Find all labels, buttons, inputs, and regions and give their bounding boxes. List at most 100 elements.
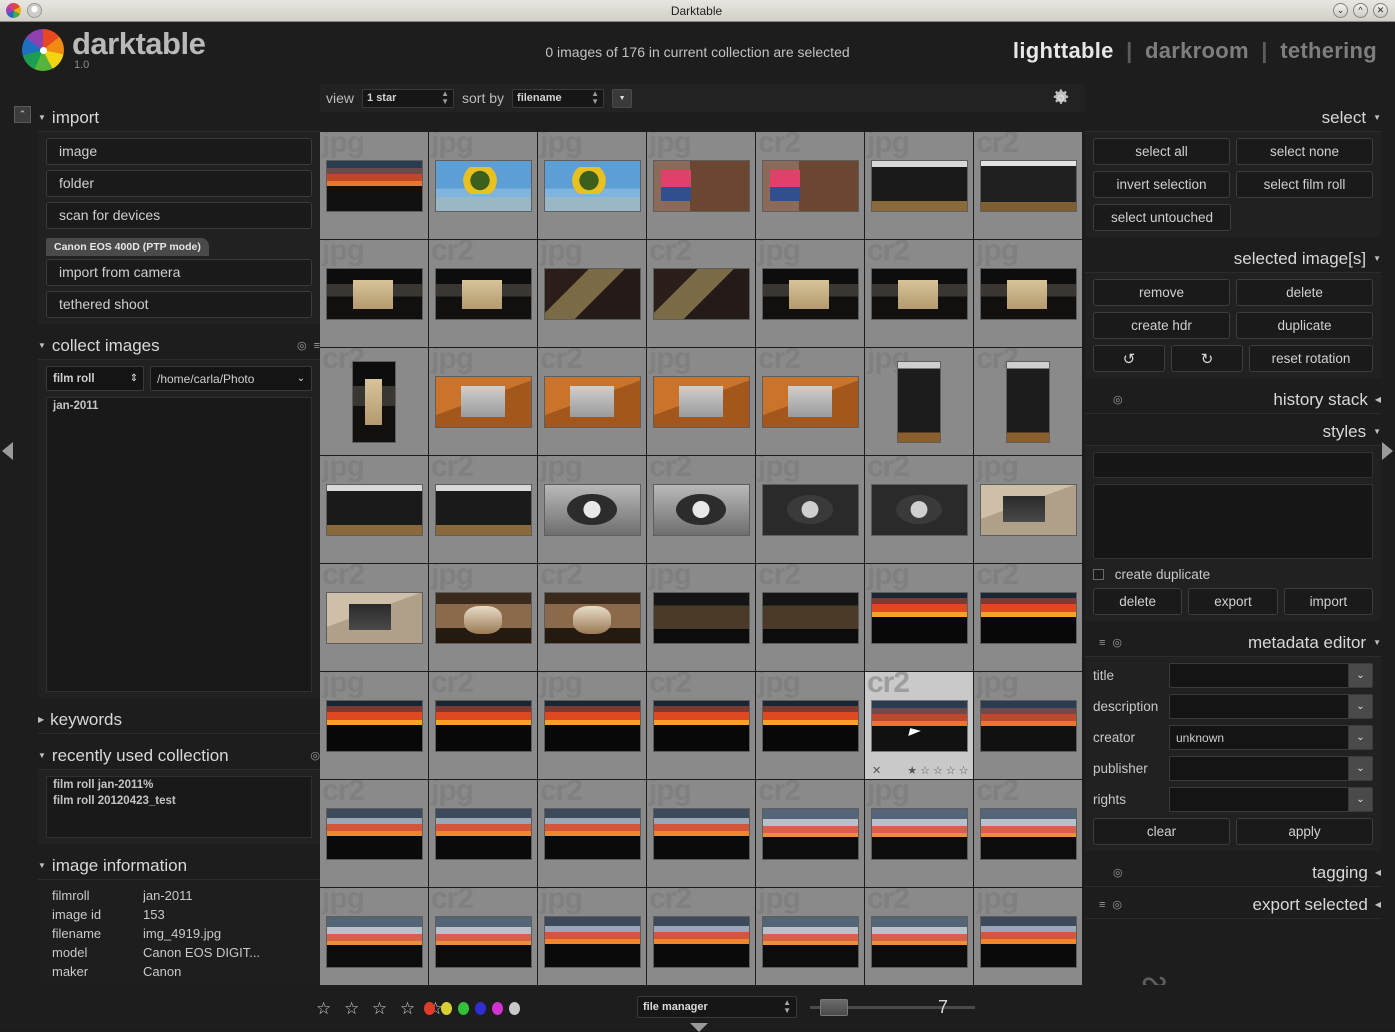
thumbnail-image[interactable]: [761, 915, 859, 968]
thumbnail-image[interactable]: [1006, 360, 1050, 443]
thumbnail-cell[interactable]: cr2: [756, 564, 864, 671]
thumbnail-cell[interactable]: jpg: [538, 888, 646, 995]
thumbnail-image[interactable]: [543, 915, 641, 968]
thumbnail-image[interactable]: [652, 699, 750, 752]
thumbnail-cell[interactable]: cr2: [647, 888, 755, 995]
thumbnail-image[interactable]: [543, 375, 641, 428]
reset-icon[interactable]: ◎: [1112, 636, 1122, 649]
thumbnail-cell[interactable]: cr2: [538, 348, 646, 455]
thumbnail-cell[interactable]: jpg: [320, 132, 428, 239]
thumbnail-cell[interactable]: jpg: [538, 240, 646, 347]
thumbnail-image[interactable]: [870, 267, 968, 320]
delete-button[interactable]: delete: [1236, 279, 1373, 306]
thumbnail-image[interactable]: [761, 591, 859, 644]
metadata-publisher-input[interactable]: ⌄: [1169, 756, 1373, 781]
thumbnail-image[interactable]: [652, 267, 750, 320]
thumbnail-image[interactable]: [979, 807, 1077, 860]
select-none-button[interactable]: select none: [1236, 138, 1373, 165]
thumbnail-image[interactable]: [434, 807, 532, 860]
thumbnail-cell[interactable]: jpg: [538, 132, 646, 239]
thumbnail-image[interactable]: [652, 159, 750, 212]
thumbnail-cell[interactable]: jpg: [538, 672, 646, 779]
thumbnail-cell[interactable]: cr2 ✕ ★☆☆☆☆: [865, 672, 973, 779]
reset-icon[interactable]: ◎: [297, 339, 307, 352]
thumbnail-cell[interactable]: jpg: [756, 240, 864, 347]
thumbnail-image[interactable]: [761, 375, 859, 428]
thumbnail-cell[interactable]: cr2: [647, 672, 755, 779]
thumbnail-cell[interactable]: jpg: [538, 456, 646, 563]
chevron-down-icon[interactable]: ⌄: [1348, 757, 1372, 780]
tethered-shoot-button[interactable]: tethered shoot: [46, 291, 312, 318]
keywords-module-header[interactable]: ▶ keywords: [38, 706, 320, 734]
zoom-slider-knob[interactable]: [820, 999, 848, 1016]
select-untouched-button[interactable]: select untouched: [1093, 204, 1231, 231]
gear-icon[interactable]: [1051, 88, 1071, 108]
thumbnail-image[interactable]: [761, 699, 859, 752]
chevron-down-icon[interactable]: ⌄: [1348, 664, 1372, 687]
thumbnail-image[interactable]: [352, 360, 396, 443]
list-item[interactable]: film roll jan-2011%: [47, 777, 311, 793]
right-panel-toggle-arrow[interactable]: [1382, 442, 1393, 460]
thumbnail-image[interactable]: [761, 159, 859, 212]
thumbnail-image[interactable]: [870, 159, 968, 212]
thumbnail-cell[interactable]: jpg: [974, 456, 1082, 563]
presets-icon[interactable]: ≡: [1099, 637, 1105, 649]
thumbnail-cell[interactable]: cr2: [429, 672, 537, 779]
chevron-down-icon[interactable]: ⌄: [291, 367, 311, 390]
presets-icon[interactable]: ≡: [1099, 899, 1105, 911]
thumbnail-image[interactable]: [870, 807, 968, 860]
export-selected-module-header[interactable]: ≡ ◎ export selected ◀: [1085, 891, 1381, 919]
thumbnail-image[interactable]: [434, 915, 532, 968]
thumbnail-image[interactable]: [897, 360, 941, 443]
thumbnail-cell[interactable]: cr2: [320, 564, 428, 671]
thumbnail-image[interactable]: [652, 375, 750, 428]
list-item[interactable]: jan-2011: [47, 398, 311, 414]
chevron-down-icon[interactable]: ⌄: [1348, 695, 1372, 718]
thumbnail-image[interactable]: [543, 807, 641, 860]
select-module-header[interactable]: select ▼: [1085, 104, 1381, 132]
thumbnail-cell[interactable]: cr2: [974, 132, 1082, 239]
left-panel-scroll-up[interactable]: ⌃: [14, 106, 31, 123]
thumbnail-cell[interactable]: cr2: [538, 780, 646, 887]
minimize-button[interactable]: ⌄: [1333, 3, 1348, 18]
thumbnail-image[interactable]: [979, 483, 1077, 536]
mode-lighttable[interactable]: lighttable: [1013, 38, 1114, 63]
remove-button[interactable]: remove: [1093, 279, 1230, 306]
styles-list[interactable]: [1093, 484, 1373, 559]
thumbnail-image[interactable]: [543, 267, 641, 320]
thumbnail-image[interactable]: [543, 159, 641, 212]
thumbnail-cell[interactable]: cr2: [320, 348, 428, 455]
thumbnail-image[interactable]: [652, 915, 750, 968]
tagging-reset-icon[interactable]: ◎: [1113, 866, 1123, 879]
thumbnail-image[interactable]: [325, 807, 423, 860]
thumbnail-image[interactable]: [434, 267, 532, 320]
image-information-module-header[interactable]: ▼ image information: [38, 852, 320, 880]
thumbnail-cell[interactable]: jpg: [429, 132, 537, 239]
layout-select[interactable]: file manager ▲ ▼: [637, 996, 797, 1018]
thumbnail-image[interactable]: [979, 159, 1077, 212]
selected-images-module-header[interactable]: selected image[s] ▼: [1085, 245, 1381, 273]
close-button[interactable]: ✕: [1373, 3, 1388, 18]
thumbnail-image[interactable]: [652, 807, 750, 860]
thumbnail-cell[interactable]: jpg: [429, 780, 537, 887]
thumbnail-image[interactable]: [652, 483, 750, 536]
thumbnail-cell[interactable]: cr2: [756, 348, 864, 455]
thumbnail-image[interactable]: [325, 591, 423, 644]
thumbnail-cell[interactable]: jpg: [865, 348, 973, 455]
rotate-cw-button[interactable]: ↻: [1171, 345, 1243, 372]
color-label-dot-1[interactable]: [441, 1002, 452, 1015]
thumbnail-image[interactable]: [979, 591, 1077, 644]
rating-stars[interactable]: ★☆☆☆☆: [907, 764, 971, 777]
rotate-ccw-button[interactable]: ↺: [1093, 345, 1165, 372]
thumbnail-image[interactable]: [325, 267, 423, 320]
thumbnail-cell[interactable]: cr2: [756, 780, 864, 887]
import-from-camera-button[interactable]: import from camera: [46, 259, 312, 286]
thumbnail-cell[interactable]: jpg: [647, 132, 755, 239]
thumbnail-cell[interactable]: cr2: [974, 348, 1082, 455]
metadata-apply-button[interactable]: apply: [1236, 818, 1373, 845]
thumbnail-cell[interactable]: jpg: [429, 564, 537, 671]
mode-tethering[interactable]: tethering: [1280, 38, 1377, 63]
thumbnail-cell[interactable]: cr2: [756, 132, 864, 239]
thumbnail-image[interactable]: [979, 267, 1077, 320]
metadata-description-input[interactable]: ⌄: [1169, 694, 1373, 719]
